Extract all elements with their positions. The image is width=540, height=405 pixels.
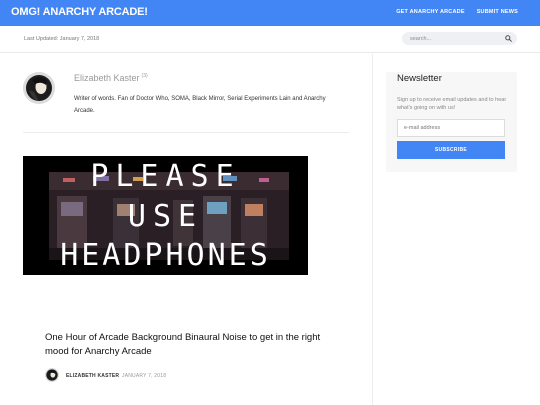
- newsletter-description: Sign up to receive email updates and to …: [397, 97, 507, 111]
- site-brand[interactable]: OMG! ANARCHY ARCADE!: [11, 6, 148, 18]
- top-navbar: OMG! ANARCHY ARCADE! GET ANARCHY ARCADE …: [0, 0, 540, 26]
- subscribe-button[interactable]: SUBSCRIBE: [397, 141, 505, 159]
- nav-get-anarchy-arcade[interactable]: GET ANARCHY ARCADE: [396, 9, 464, 15]
- featured-image-text-headphones: HEADPHONES: [60, 238, 271, 273]
- post-date: JANUARY 7, 2018: [122, 373, 167, 379]
- newsletter-title: Newsletter: [397, 73, 442, 84]
- post-title[interactable]: One Hour of Arcade Background Binaural N…: [45, 331, 325, 359]
- search-icon[interactable]: [505, 35, 512, 42]
- post-author-avatar[interactable]: [45, 368, 59, 382]
- author-name[interactable]: Elizabeth Kaster (3): [74, 73, 148, 83]
- sidebar-divider: [372, 54, 373, 405]
- featured-image-text-please: PLEASE: [90, 159, 241, 194]
- nav-submit-news[interactable]: SUBMIT NEWS: [477, 9, 518, 15]
- email-field[interactable]: [397, 119, 505, 137]
- main-nav: GET ANARCHY ARCADE SUBMIT NEWS: [396, 9, 518, 15]
- author-divider: [23, 132, 349, 133]
- last-updated-text: Last Updated: January 7, 2018: [24, 36, 100, 42]
- search-input[interactable]: [410, 32, 500, 45]
- author-avatar[interactable]: [23, 72, 55, 104]
- newsletter-widget: Newsletter Sign up to receive email upda…: [386, 72, 517, 172]
- featured-image-text-use: USE: [127, 199, 204, 234]
- featured-image[interactable]: PLEASE USE HEADPHONES: [23, 156, 308, 275]
- sub-header: Last Updated: January 7, 2018: [0, 26, 540, 53]
- author-post-count: (3): [141, 73, 148, 79]
- search-box[interactable]: [402, 32, 517, 45]
- author-bio: Writer of words. Fan of Doctor Who, SOMA…: [74, 96, 326, 114]
- post-author-name[interactable]: ELIZABETH KASTER: [66, 373, 119, 379]
